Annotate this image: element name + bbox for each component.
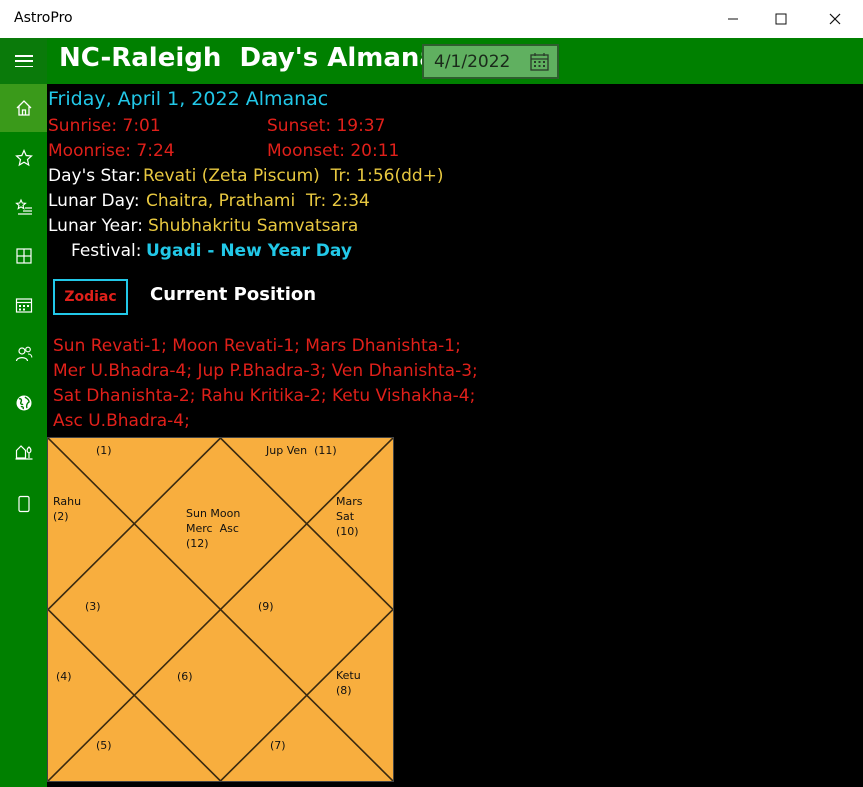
house-7: (7) xyxy=(270,739,286,752)
sidebar-item-globe[interactable] xyxy=(0,379,47,427)
house-9: (9) xyxy=(258,600,274,613)
window-title: AstroPro xyxy=(14,10,73,26)
zodiac-button[interactable]: Zodiac xyxy=(53,279,128,315)
minimize-icon xyxy=(728,18,738,20)
grid-icon xyxy=(15,248,32,264)
planet-positions-text: Sun Revati-1; Moon Revati-1; Mars Dhanis… xyxy=(53,336,478,431)
current-position-label: Current Position xyxy=(150,284,317,305)
close-icon xyxy=(829,13,841,25)
home-icon xyxy=(16,100,31,116)
house-12: Sun Moon Merc Asc (12) xyxy=(186,507,241,550)
date-picker[interactable]: 4/1/2022 xyxy=(422,44,559,79)
sidebar-item-favorites[interactable] xyxy=(0,134,47,182)
sidebar-item-people[interactable] xyxy=(0,330,47,378)
house-2: Rahu (2) xyxy=(53,495,82,523)
festival-value: Ugadi - New Year Day xyxy=(146,241,352,261)
app-header: NC-Raleigh Day's Almanac 4/1/2022 xyxy=(0,38,863,84)
moonrise-text: Moonrise: 7:24 xyxy=(48,141,175,161)
days-star-value: Revati (Zeta Piscum) Tr: 1:56(dd+) xyxy=(143,166,444,186)
starred-list-icon xyxy=(14,198,32,215)
house-3: (3) xyxy=(85,600,101,613)
sidebar-item-calendar[interactable] xyxy=(0,281,47,329)
sidebar-item-home-garden[interactable] xyxy=(0,428,47,476)
main-content: Friday, April 1, 2022 Almanac Sunrise: 7… xyxy=(47,84,863,787)
hamburger-icon xyxy=(14,55,33,67)
maximize-button[interactable] xyxy=(758,0,804,38)
maximize-icon xyxy=(775,13,787,25)
people-icon xyxy=(15,346,32,362)
calendar-icon[interactable] xyxy=(530,53,549,71)
lunar-year-value: Shubhakritu Samvatsara xyxy=(148,216,359,236)
close-button[interactable] xyxy=(812,0,858,38)
title-bar: AstroPro xyxy=(0,0,863,38)
lunar-day-label: Lunar Day: xyxy=(48,191,140,211)
hamburger-menu-button[interactable] xyxy=(0,38,47,84)
house-8: Ketu (8) xyxy=(336,669,361,697)
sidebar-item-starred-list[interactable] xyxy=(0,183,47,231)
home-garden-icon xyxy=(15,445,32,460)
page-title: NC-Raleigh Day's Almanac xyxy=(59,43,453,73)
house-4: (4) xyxy=(56,670,72,683)
house-10: Mars Sat (10) xyxy=(336,495,363,538)
sidebar-item-page[interactable] xyxy=(0,480,47,528)
days-star-label: Day's Star: xyxy=(48,166,141,186)
app-window: AstroPro NC-Raleigh Day's Almanac 4/1/20… xyxy=(0,0,863,787)
house-1: (1) xyxy=(96,444,112,457)
date-value: 4/1/2022 xyxy=(434,51,511,72)
lunar-day-value: Chaitra, Prathami Tr: 2:34 xyxy=(146,191,370,211)
moonset-text: Moonset: 20:11 xyxy=(267,141,400,161)
house-5: (5) xyxy=(96,739,112,752)
sidebar-item-home[interactable] xyxy=(0,84,47,132)
horoscope-chart: (1) Jup Ven (11) Rahu (2) Sun Moon Merc … xyxy=(47,437,394,782)
sidebar-item-grid[interactable] xyxy=(0,232,47,280)
sunrise-text: Sunrise: 7:01 xyxy=(48,116,161,136)
house-6: (6) xyxy=(177,670,193,683)
globe-icon xyxy=(16,395,31,411)
sidebar xyxy=(0,84,47,787)
minimize-button[interactable] xyxy=(710,0,756,38)
house-11: Jup Ven (11) xyxy=(266,444,337,457)
sunset-text: Sunset: 19:37 xyxy=(267,116,386,136)
lunar-year-label: Lunar Year: xyxy=(48,216,143,236)
festival-label: Festival: xyxy=(71,241,142,261)
almanac-heading: Friday, April 1, 2022 Almanac xyxy=(48,88,329,110)
star-icon xyxy=(14,149,33,167)
calendar-icon xyxy=(15,298,32,313)
page-icon xyxy=(17,495,30,513)
